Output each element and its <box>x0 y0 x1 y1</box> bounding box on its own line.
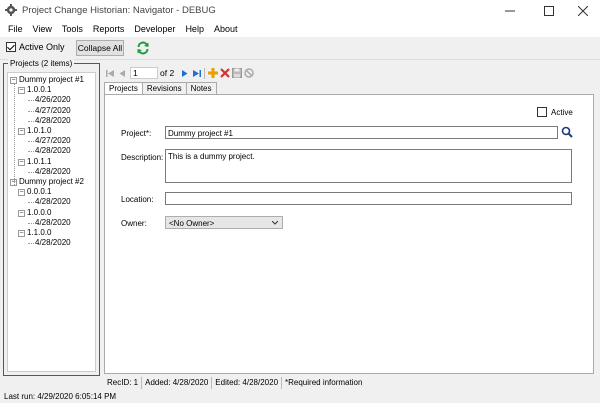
tree-collapse-icon[interactable]: − <box>18 189 25 197</box>
last-run-status: Last run: 4/29/2020 6:05:14 PM <box>0 390 600 403</box>
added-status: Added: 4/28/2020 <box>142 376 213 389</box>
menu-bar: File View Tools Reports Developer Help A… <box>0 21 600 37</box>
tree-item-version[interactable]: 0.0.0.1 <box>27 187 51 196</box>
menu-file[interactable]: File <box>0 24 28 34</box>
tree-item-version[interactable]: 1.0.0.1 <box>27 85 51 94</box>
tree-connector <box>28 171 34 173</box>
description-label: Description: <box>121 153 164 162</box>
cancel-edit-icon[interactable] <box>243 67 255 79</box>
active-only-checkbox[interactable]: Active Only <box>6 42 65 52</box>
project-label: Project*: <box>121 129 152 138</box>
active-check-box[interactable] <box>537 107 547 117</box>
delete-record-icon[interactable] <box>219 67 231 79</box>
tree-connector <box>28 100 34 102</box>
first-record-icon[interactable] <box>104 67 116 79</box>
last-record-icon[interactable] <box>190 67 202 79</box>
toolbar: Active Only Collapse All <box>0 37 600 60</box>
active-only-check-box[interactable] <box>6 42 16 52</box>
tree-connector <box>28 141 34 143</box>
menu-reports[interactable]: Reports <box>88 24 130 34</box>
description-field[interactable]: This is a dummy project. <box>165 149 572 183</box>
tree-item-project[interactable]: Dummy project #1 <box>19 75 84 84</box>
add-record-icon[interactable] <box>207 67 219 79</box>
previous-record-icon[interactable] <box>116 67 128 79</box>
page-count-label: of 2 <box>160 68 175 78</box>
project-tree[interactable]: − Dummy project #1−1.0.0.1 4/26/2020 4/27/2… <box>7 72 96 372</box>
menu-about[interactable]: About <box>209 24 243 34</box>
tree-collapse-icon[interactable]: − <box>18 128 25 135</box>
save-record-icon[interactable] <box>231 67 243 79</box>
tree-collapse-icon[interactable]: − <box>18 87 25 95</box>
project-name-field[interactable]: Dummy project #1 <box>165 126 558 139</box>
menu-developer[interactable]: Developer <box>129 24 180 34</box>
tree-item-date[interactable]: 4/28/2020 <box>35 218 71 227</box>
tree-item-date[interactable]: 4/26/2020 <box>35 95 71 104</box>
app-gear-icon <box>5 4 17 16</box>
projects-group-title: Projects (2 items) <box>8 59 75 68</box>
refresh-icon[interactable] <box>136 41 150 55</box>
active-label: Active <box>551 107 573 117</box>
edited-status: Edited: 4/28/2020 <box>212 376 283 389</box>
required-info-status: *Required information <box>285 377 363 387</box>
project-form-panel: Active Project*: Dummy project #1 Descri… <box>104 94 594 374</box>
tree-item-version[interactable]: 1.0.1.1 <box>27 157 51 166</box>
tree-connector <box>14 83 15 185</box>
location-label: Location: <box>121 195 154 204</box>
menu-help[interactable]: Help <box>180 24 209 34</box>
tree-item-version[interactable]: 1.1.0.0 <box>27 228 51 237</box>
search-icon[interactable] <box>561 126 573 138</box>
location-field[interactable] <box>165 192 572 205</box>
tree-connector <box>28 120 34 122</box>
menu-tools[interactable]: Tools <box>57 24 88 34</box>
tree-collapse-icon[interactable]: − <box>18 158 25 166</box>
record-status-bar: RecID: 1 Added: 4/28/2020 Edited: 4/28/2… <box>104 376 600 389</box>
record-navigator: of 2 <box>104 65 255 81</box>
tree-collapse-icon[interactable]: − <box>18 209 25 217</box>
chevron-down-icon <box>272 221 278 225</box>
record-id-status: RecID: 1 <box>104 376 143 389</box>
page-number-input[interactable] <box>130 67 158 79</box>
maximize-icon[interactable] <box>532 0 566 21</box>
tree-item-date[interactable]: 4/28/2020 <box>35 197 71 206</box>
tree-collapse-icon[interactable]: − <box>18 230 25 237</box>
tree-connector <box>28 243 34 245</box>
projects-group: Projects (2 items) − Dummy project #1−1.0… <box>3 59 100 376</box>
tree-connector <box>28 151 34 153</box>
tree-item-date[interactable]: 4/28/2020 <box>35 238 71 247</box>
tree-item-date[interactable]: 4/28/2020 <box>35 146 71 155</box>
owner-label: Owner: <box>121 219 147 228</box>
active-only-label: Active Only <box>19 42 65 52</box>
active-checkbox[interactable]: Active <box>537 107 573 117</box>
tree-item-version[interactable]: 1.0.1.0 <box>27 126 51 135</box>
minimize-icon[interactable] <box>493 0 527 21</box>
collapse-all-button[interactable]: Collapse All <box>76 40 124 56</box>
title-bar: Project Change Historian: Navigator - DE… <box>0 0 600 21</box>
menu-view[interactable]: View <box>28 24 57 34</box>
tree-connector <box>28 110 34 112</box>
tree-item-date[interactable]: 4/27/2020 <box>35 136 71 145</box>
next-record-icon[interactable] <box>178 67 190 79</box>
tree-item-date[interactable]: 4/27/2020 <box>35 106 71 115</box>
window-title: Project Change Historian: Navigator - DE… <box>22 5 216 16</box>
tree-item-date[interactable]: 4/28/2020 <box>35 116 71 125</box>
owner-dropdown[interactable]: <No Owner> <box>165 216 283 229</box>
close-icon[interactable] <box>566 0 600 21</box>
tree-connector <box>28 222 34 224</box>
tree-item-version[interactable]: 1.0.0.0 <box>27 208 51 217</box>
tree-connector <box>28 202 34 204</box>
tree-item-project[interactable]: Dummy project #2 <box>19 177 84 186</box>
tree-item-date[interactable]: 4/28/2020 <box>35 167 71 176</box>
owner-selected-value: <No Owner> <box>169 219 215 228</box>
